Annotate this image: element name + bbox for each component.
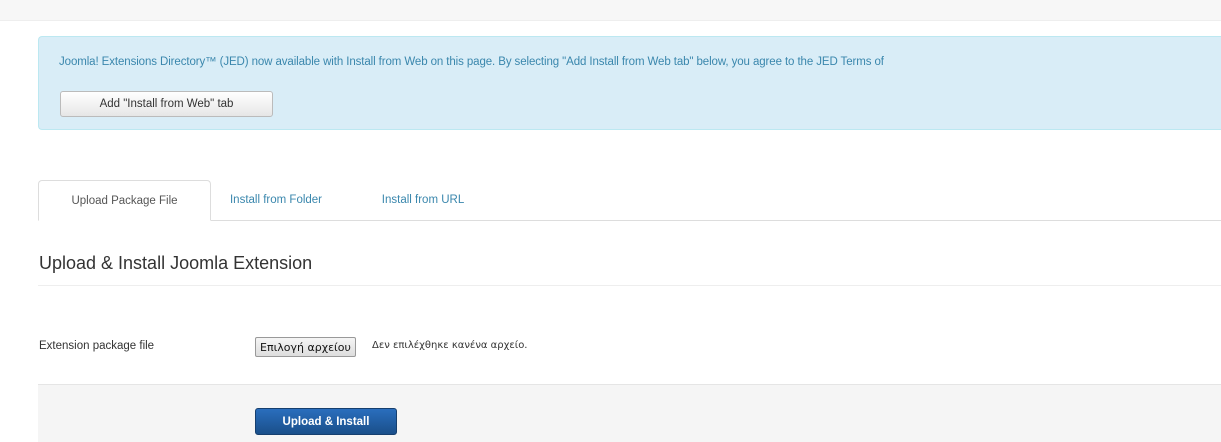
page-title: Upload & Install Joomla Extension	[39, 253, 313, 273]
jed-info-alert: Joomla! Extensions Directory™ (JED) now …	[38, 36, 1221, 130]
form-actions-bar: Upload & Install	[38, 384, 1221, 442]
choose-file-button[interactable]: Επιλογή αρχείου	[255, 337, 356, 357]
jed-terms-link[interactable]: Terms of	[841, 56, 884, 68]
tab-upload-package-file[interactable]: Upload Package File	[38, 180, 211, 221]
installer-tabs: Upload Package File Install from Folder …	[38, 180, 1221, 221]
add-install-from-web-tab-button[interactable]: Add "Install from Web" tab	[60, 91, 273, 117]
tab-install-from-folder[interactable]: Install from Folder	[218, 180, 334, 220]
top-bar	[0, 0, 1221, 21]
extension-package-file-label: Extension package file	[39, 340, 155, 352]
tab-install-from-url[interactable]: Install from URL	[368, 180, 478, 220]
section-divider	[38, 285, 1221, 286]
upload-and-install-button[interactable]: Upload & Install	[255, 408, 397, 435]
jed-alert-text-1: Joomla! Extensions Directory™ (JED) now …	[59, 56, 347, 68]
install-from-web-link[interactable]: Install from Web	[346, 56, 427, 68]
file-status-text: Δεν επιλέχθηκε κανένα αρχείο.	[372, 340, 528, 351]
jed-alert-message: Joomla! Extensions Directory™ (JED) now …	[59, 56, 884, 68]
jed-alert-text-2: on this page. By selecting "Add Install …	[427, 56, 841, 68]
